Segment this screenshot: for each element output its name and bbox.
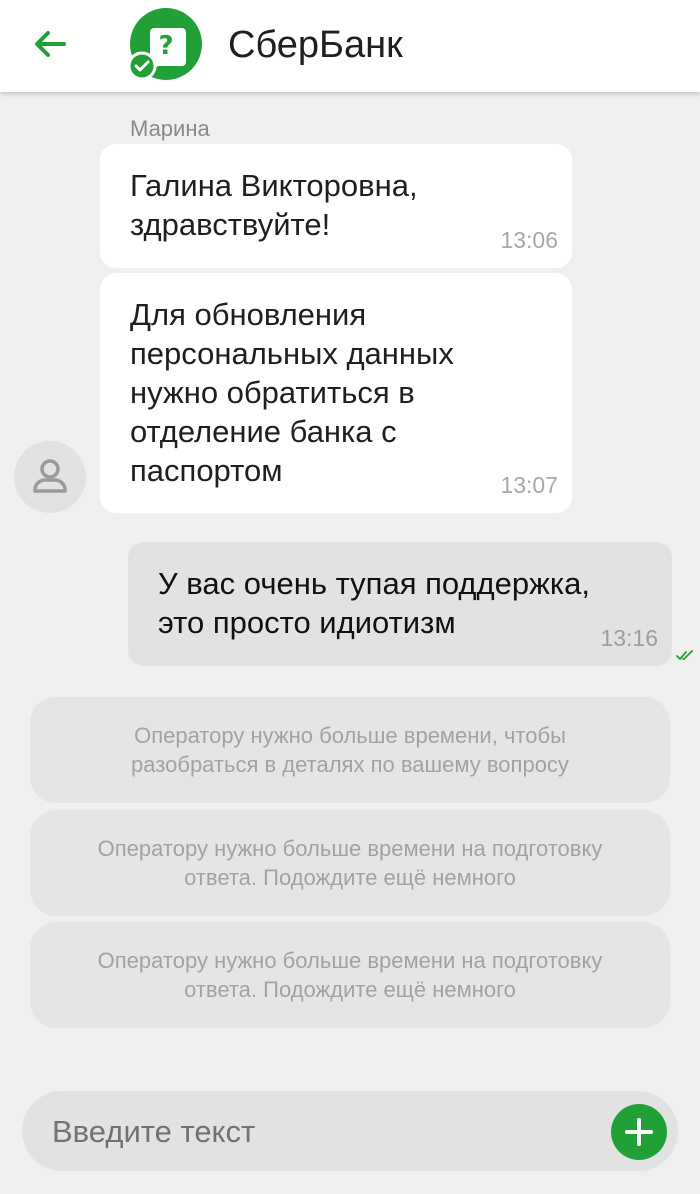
system-notice: Оператору нужно больше времени на подгот…: [30, 922, 670, 1028]
chat-title: СберБанк: [228, 24, 403, 66]
svg-text:?: ?: [158, 31, 173, 61]
user-icon: [33, 459, 67, 493]
sender-name: Марина: [130, 116, 210, 141]
message-time: 13:16: [600, 625, 658, 651]
app-header: ? СберБанк: [0, 0, 700, 92]
system-notice: Оператору нужно больше времени на подгот…: [30, 810, 670, 916]
message-text: Галина Викторовна, здравствуйте!: [130, 168, 418, 242]
sber-support-logo-icon: ?: [127, 6, 204, 82]
message-time: 13:06: [500, 227, 558, 253]
back-button[interactable]: [28, 22, 72, 66]
message-text: У вас очень тупая поддержка, это просто …: [158, 566, 590, 640]
message-composer: [22, 1091, 678, 1173]
outgoing-message-bubble: У вас очень тупая поддержка, это просто …: [128, 542, 672, 666]
add-attachment-button[interactable]: [611, 1104, 667, 1160]
arrow-left-icon: [35, 31, 66, 57]
incoming-message-bubble: Галина Викторовна, здравствуйте! 13:06: [100, 144, 572, 268]
plus-icon: [625, 1118, 653, 1146]
message-text: Для обновления персональных данных нужно…: [130, 297, 454, 488]
incoming-message-bubble: Для обновления персональных данных нужно…: [100, 273, 572, 513]
system-notice: Оператору нужно больше времени, чтобы ра…: [30, 697, 670, 803]
double-check-icon: [676, 648, 694, 662]
operator-avatar[interactable]: [14, 441, 86, 513]
message-input[interactable]: [50, 1091, 594, 1173]
message-time: 13:07: [500, 472, 558, 498]
